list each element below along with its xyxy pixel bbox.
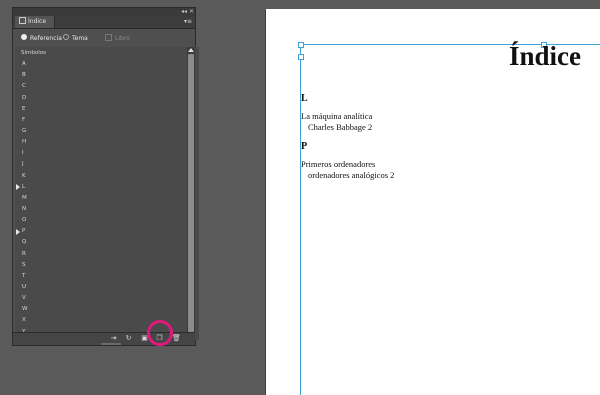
section-letter-l: L	[301, 93, 308, 104]
section-letter-p: P	[301, 141, 308, 152]
panel-menu-icon[interactable]: ▾≡	[184, 17, 192, 27]
collapse-panel-icon[interactable]: ◂◂	[181, 8, 187, 16]
list-item-letter[interactable]: H	[22, 139, 26, 146]
list-item-letter[interactable]: T	[22, 273, 25, 280]
list-item-letter[interactable]: L	[22, 184, 25, 191]
radio-dot-icon	[63, 34, 69, 40]
disclosure-triangle-icon[interactable]	[16, 184, 20, 191]
radio-tema-label: Tema	[72, 35, 88, 42]
list-item-letter[interactable]: V	[22, 295, 26, 302]
list-item-letter[interactable]: I	[22, 150, 24, 157]
index-letter-list[interactable]: Símbolos ABCDEFGHIJKLMNOPQRSTUVWXY	[15, 47, 199, 340]
list-item-letter[interactable]: Q	[22, 239, 26, 246]
radio-referencia[interactable]: Referencia	[21, 34, 62, 43]
checkbox-icon	[105, 34, 112, 41]
panel-title-bar[interactable]: ◂◂ ✕	[13, 8, 195, 16]
list-item-letter[interactable]: R	[22, 251, 26, 258]
list-item-letter[interactable]: J	[22, 161, 24, 168]
list-item-letter[interactable]: E	[22, 106, 25, 113]
list-item-letter[interactable]: N	[22, 206, 26, 213]
checkbox-libro-label: Libro	[115, 35, 130, 42]
delete-icon[interactable]: 🗑	[172, 335, 181, 342]
list-item-letter[interactable]: X	[22, 317, 26, 324]
index-panel: ◂◂ ✕ Índice ▾≡ Referencia Tema Libro Sím…	[12, 7, 199, 346]
list-item-letter[interactable]: K	[22, 173, 26, 180]
checkbox-libro[interactable]: Libro	[105, 34, 130, 43]
view-mode-group: Referencia Tema Libro	[13, 29, 195, 47]
list-item-letter[interactable]: D	[22, 95, 26, 102]
refresh-icon[interactable]: ↻	[125, 335, 132, 342]
scroll-thumb[interactable]	[188, 54, 194, 332]
list-item-symbols[interactable]: Símbolos	[21, 50, 46, 57]
tab-index[interactable]: Índice	[15, 16, 56, 28]
index-subentry: ordenadores analógicos 2	[308, 170, 395, 180]
list-item-letter[interactable]: S	[22, 262, 26, 269]
page-title: Índice	[509, 41, 582, 71]
list-item-letter[interactable]: M	[22, 195, 27, 202]
close-panel-icon[interactable]: ✕	[189, 8, 194, 16]
go-to-selected-icon[interactable]: ⇥	[110, 335, 117, 342]
list-item-letter[interactable]: U	[22, 284, 26, 291]
disclosure-triangle-icon[interactable]	[16, 228, 20, 235]
highlight-circle	[147, 320, 173, 346]
panel-tab-bar: Índice ▾≡	[13, 16, 195, 29]
list-item-letter[interactable]: O	[22, 217, 26, 224]
frame-handle-in-port[interactable]	[298, 54, 304, 60]
radio-referencia-label: Referencia	[30, 35, 62, 42]
index-topic: Primeros ordenadores	[301, 159, 376, 169]
list-item-letter[interactable]: A	[22, 61, 26, 68]
index-subentry: Charles Babbage 2	[308, 122, 373, 132]
index-topic: La máquina analítica	[301, 111, 373, 121]
tab-index-label: Índice	[28, 18, 47, 25]
scroll-up-icon[interactable]	[188, 48, 194, 52]
list-item-letter[interactable]: F	[22, 117, 25, 124]
list-item-letter[interactable]: B	[22, 72, 26, 79]
list-item-letter[interactable]: C	[22, 83, 26, 90]
list-item-letter[interactable]: G	[22, 128, 26, 135]
index-tab-icon	[19, 17, 26, 24]
frame-handle-top-left[interactable]	[298, 42, 304, 48]
list-item-letter[interactable]: W	[22, 306, 27, 313]
list-scrollbar[interactable]	[187, 47, 195, 340]
radio-tema[interactable]: Tema	[63, 34, 88, 43]
radio-dot-icon	[21, 34, 27, 40]
panel-resize-grip[interactable]	[101, 343, 121, 345]
list-item-letter[interactable]: P	[22, 228, 25, 235]
